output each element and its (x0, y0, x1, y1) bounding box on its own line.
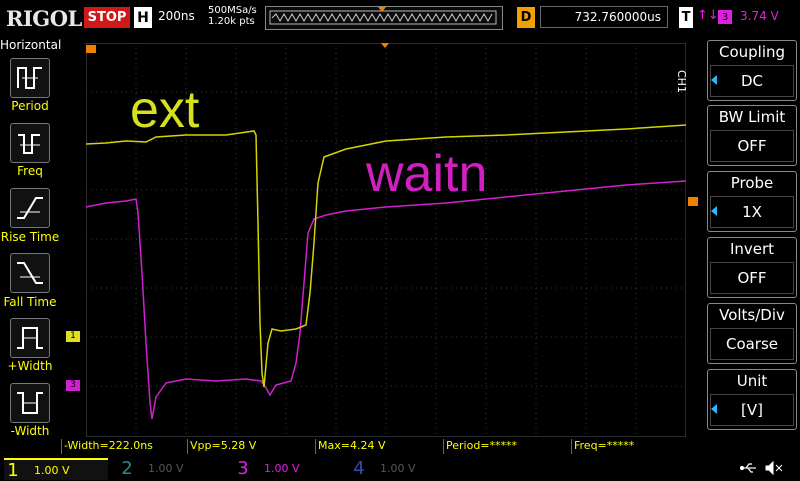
trigger-level[interactable]: 3.74 V (740, 9, 779, 23)
volts-div-value: Coarse (710, 328, 794, 360)
period-icon (17, 67, 42, 89)
horizontal-badge: H (134, 7, 152, 28)
fall-time-button[interactable] (10, 253, 50, 293)
fall-time-label: Fall Time (3, 295, 57, 309)
usb-icon (740, 463, 756, 473)
invert-title: Invert (729, 240, 775, 258)
channel-1-number: 1 (7, 459, 19, 481)
knob-arrow-icon (711, 206, 717, 216)
brand-logo: RIGOL (6, 6, 82, 31)
measurement-freq[interactable]: Freq=***** (571, 439, 699, 454)
invert-menu-item[interactable]: Invert OFF (707, 237, 797, 298)
measurement-period[interactable]: Period=***** (443, 439, 571, 454)
bw-limit-menu-item[interactable]: BW Limit OFF (707, 105, 797, 166)
trigger-flag-marker (86, 45, 96, 53)
channel-1-scale: 1.00 V (34, 463, 70, 477)
neg-width-label: -Width (10, 424, 50, 438)
channel-3-scale: 1.00 V (264, 461, 300, 475)
usb-sound-icons (740, 460, 783, 476)
waitn-annotation: waitn (365, 145, 487, 203)
neg-width-icon (17, 392, 43, 414)
measurement-neg-width[interactable]: -Width=222.0ns (61, 439, 187, 454)
ch3-offset-marker[interactable]: 3 (66, 380, 80, 391)
unit-menu-item[interactable]: Unit [V] (707, 369, 797, 430)
freq-label: Freq (17, 164, 43, 178)
freq-icon (18, 134, 40, 154)
measurement-max[interactable]: Max=4.24 V (315, 439, 443, 454)
pos-width-label: +Width (7, 359, 53, 373)
bw-limit-value: OFF (710, 130, 794, 162)
volts-div-menu-item[interactable]: Volts/Div Coarse (707, 303, 797, 364)
coupling-title: Coupling (718, 43, 786, 61)
trigger-level-marker[interactable] (688, 197, 698, 206)
memory-overview-graphic (269, 7, 497, 25)
run-stop-status[interactable]: STOP (84, 7, 130, 28)
knob-arrow-icon (711, 75, 717, 85)
panel-title: Horizontal (0, 38, 62, 52)
rise-time-button[interactable] (10, 188, 50, 228)
pos-width-icon (17, 327, 43, 349)
period-button[interactable] (10, 58, 50, 98)
trigger-source: 3 (718, 10, 732, 24)
delay-value[interactable]: 732.760000us (540, 6, 668, 28)
channel-2-number: 2 (121, 457, 133, 479)
rise-time-label: Rise Time (0, 230, 60, 244)
channel-4-scale: 1.00 V (380, 461, 416, 475)
channel-4-number: 4 (353, 457, 365, 479)
period-label: Period (11, 99, 49, 113)
ext-annotation: ext (130, 81, 200, 139)
measurement-vpp[interactable]: Vpp=5.28 V (187, 439, 315, 454)
probe-value: 1X (710, 196, 794, 228)
pos-width-button[interactable] (10, 318, 50, 358)
volts-div-title: Volts/Div (719, 306, 785, 324)
sample-rate-value: 500MSa/s (208, 5, 257, 16)
ch1-offset-marker[interactable]: 1 (66, 331, 80, 342)
probe-title: Probe (730, 174, 774, 192)
sample-rate: 500MSa/s 1.20k pts (208, 5, 257, 27)
channel-2-scale: 1.00 V (148, 461, 184, 475)
channel-menu-tag: CH1 (675, 70, 688, 93)
unit-value: [V] (710, 394, 794, 426)
memory-depth-value: 1.20k pts (208, 16, 255, 27)
trigger-slope-icon: ↑↓ (697, 8, 719, 23)
coupling-menu-item[interactable]: Coupling DC (707, 40, 797, 101)
probe-menu-item[interactable]: Probe 1X (707, 171, 797, 232)
neg-width-button[interactable] (10, 383, 50, 423)
trigger-badge: T (679, 7, 693, 28)
channel-1-status[interactable]: 1 1.00 V (4, 458, 108, 481)
waveform-display[interactable]: ext waitn (86, 43, 686, 437)
channel-3-number: 3 (237, 457, 249, 479)
fall-time-icon (17, 262, 43, 284)
timebase-value[interactable]: 200ns (158, 9, 195, 23)
rise-time-icon (17, 197, 43, 219)
knob-arrow-icon (711, 404, 717, 414)
invert-value: OFF (710, 262, 794, 294)
coupling-value: DC (710, 65, 794, 97)
speaker-mute-icon (765, 460, 783, 476)
channel-4-status[interactable]: 4 1.00 V (350, 457, 454, 479)
channel-3-status[interactable]: 3 1.00 V (234, 457, 338, 479)
bw-limit-title: BW Limit (718, 108, 786, 126)
channel-2-status[interactable]: 2 1.00 V (118, 457, 222, 479)
memory-overview-bar[interactable] (265, 6, 503, 30)
unit-title: Unit (736, 372, 768, 390)
delay-badge: D (517, 7, 535, 28)
freq-button[interactable] (10, 123, 50, 163)
